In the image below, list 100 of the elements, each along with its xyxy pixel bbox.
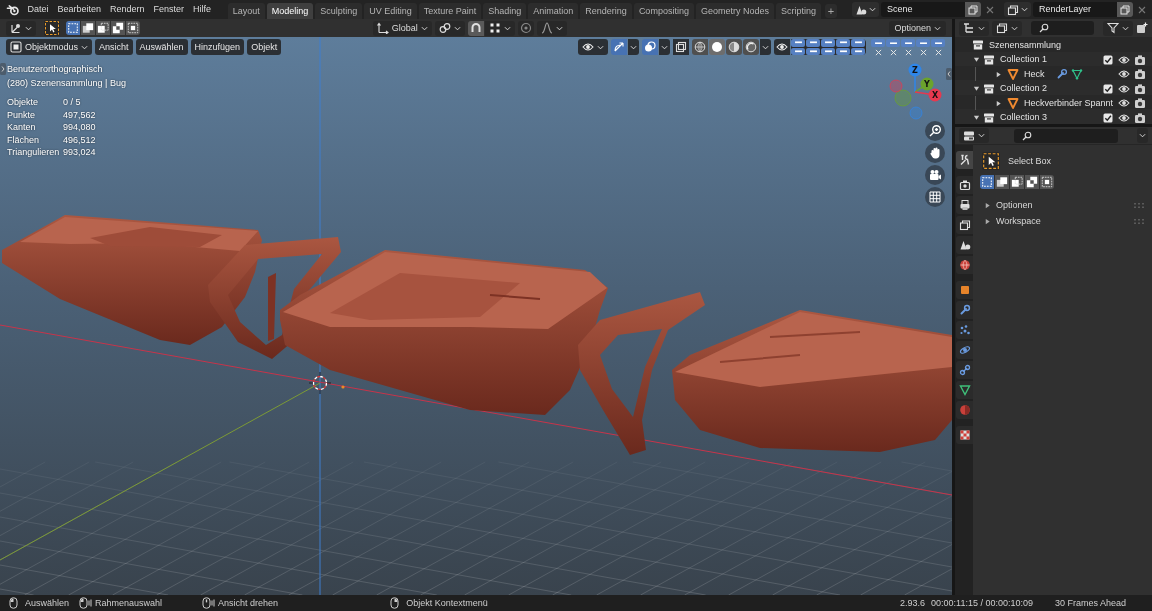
collection-toggle-button[interactable] <box>851 39 865 47</box>
workspace-tab[interactable]: Modeling <box>266 3 314 19</box>
select-mode-button[interactable] <box>126 21 140 35</box>
scene-name-field[interactable]: Scene <box>881 2 965 17</box>
new-scene-button[interactable] <box>965 2 981 17</box>
tree-item-label[interactable]: Heck <box>1024 68 1045 80</box>
properties-tab[interactable] <box>956 381 973 399</box>
properties-tab[interactable] <box>956 341 973 359</box>
cross-icon[interactable] <box>874 49 882 56</box>
dashed-box-cursor-icon[interactable] <box>44 20 60 36</box>
z-axis-handle[interactable]: Z <box>908 63 922 93</box>
view-layer-name-field[interactable]: RenderLayer <box>1033 2 1117 17</box>
workspace-tab[interactable]: Rendering <box>580 3 632 19</box>
cross-icon[interactable] <box>934 49 942 56</box>
menu-item[interactable]: Fenster <box>149 1 189 18</box>
view-menu-item[interactable]: Hinzufügen <box>190 39 245 55</box>
menu-item[interactable]: Hilfe <box>188 1 216 18</box>
z-negative-axis-handle[interactable] <box>909 106 923 120</box>
scene-selector-button[interactable] <box>852 2 879 17</box>
snap-toggle-button[interactable] <box>467 20 484 36</box>
menu-item[interactable]: Rendern <box>105 1 150 18</box>
object-visibility-dropdown[interactable] <box>578 39 608 55</box>
toggle-options-dropdown[interactable] <box>659 39 670 55</box>
add-workspace-button[interactable]: + <box>824 4 837 18</box>
camera-icon[interactable] <box>1134 82 1146 95</box>
toggle-options-dropdown[interactable] <box>628 39 639 55</box>
checkbox[interactable] <box>1103 54 1113 65</box>
properties-tab[interactable] <box>956 151 973 169</box>
select-mode-button[interactable] <box>1040 175 1054 189</box>
panel-header[interactable]: Optionen <box>982 197 1146 213</box>
expand-arrow-icon[interactable] <box>973 56 980 64</box>
camera-icon[interactable] <box>1134 111 1146 124</box>
cross-icon[interactable] <box>889 49 897 56</box>
tree-item-label[interactable]: Collection 3 <box>1000 112 1048 124</box>
y-negative-axis-handle[interactable] <box>894 89 912 107</box>
expand-arrow-icon[interactable] <box>995 70 1002 78</box>
collection-toggle-button[interactable] <box>806 47 820 55</box>
workspace-tab[interactable]: Shading <box>483 3 527 19</box>
display-mode-button[interactable] <box>992 20 1022 36</box>
eye-icon[interactable] <box>1118 53 1130 66</box>
filter-button[interactable] <box>1103 20 1133 36</box>
workspace-tab[interactable]: Layout <box>227 3 265 19</box>
view-menu-item[interactable]: Objekt <box>247 39 282 55</box>
x-negative-axis-handle[interactable] <box>889 79 903 93</box>
panel-header[interactable]: Workspace <box>982 213 1146 229</box>
viewport-toggle-button[interactable] <box>642 39 658 55</box>
viewport-toggle-button[interactable] <box>673 39 689 55</box>
workspace-tab[interactable]: Geometry Nodes <box>695 3 774 19</box>
collection-toggle-button[interactable] <box>791 47 805 55</box>
cross-icon[interactable] <box>904 49 912 56</box>
snap-target-dropdown[interactable] <box>484 20 515 36</box>
view-layer-selector-button[interactable] <box>1004 2 1031 17</box>
eye-icon[interactable] <box>1118 82 1130 95</box>
tree-item-label[interactable]: Szenensammlung <box>989 39 1062 51</box>
mesh-triangle-icon[interactable] <box>1070 68 1083 81</box>
editor-type-button[interactable] <box>959 128 989 143</box>
camera-icon[interactable] <box>1134 53 1146 66</box>
collection-toggle-button[interactable] <box>836 39 850 47</box>
shading-options-dropdown[interactable] <box>760 39 771 55</box>
box-plus-icon[interactable] <box>1136 22 1148 34</box>
wrench-icon[interactable] <box>1055 68 1068 81</box>
pivot-point-dropdown[interactable] <box>434 20 465 36</box>
viewport-toggle-button[interactable] <box>611 39 627 55</box>
properties-tab[interactable] <box>956 301 973 319</box>
collection-toggle-button[interactable] <box>821 47 835 55</box>
select-mode-button[interactable] <box>995 175 1009 189</box>
shading-mode-button[interactable] <box>692 39 708 55</box>
toolbar-toggle-icon[interactable] <box>0 63 6 75</box>
dashed-box-cursor-icon[interactable] <box>982 152 1000 170</box>
properties-tab[interactable] <box>956 361 973 379</box>
select-mode-button[interactable] <box>81 21 95 35</box>
camera-icon[interactable] <box>1134 68 1146 81</box>
zoom-icon[interactable] <box>925 121 945 141</box>
properties-tab[interactable] <box>956 256 973 274</box>
workspace-tab[interactable]: Scripting <box>775 3 821 19</box>
collection-toggle-button[interactable] <box>836 47 850 55</box>
visibility-button[interactable] <box>774 39 790 55</box>
select-mode-button[interactable] <box>66 21 80 35</box>
expand-arrow-icon[interactable] <box>973 85 980 93</box>
workspace-tab[interactable]: UV Editing <box>364 3 417 19</box>
workspace-tab[interactable]: Animation <box>528 3 579 19</box>
select-mode-button[interactable] <box>1010 175 1024 189</box>
select-mode-button[interactable] <box>980 175 994 189</box>
properties-tab[interactable] <box>956 216 973 234</box>
falloff-dropdown[interactable] <box>536 20 567 36</box>
editor-type-button[interactable] <box>6 20 36 36</box>
shading-mode-button[interactable] <box>709 39 725 55</box>
view-menu-item[interactable]: Auswählen <box>135 39 188 55</box>
shading-mode-button[interactable] <box>743 39 759 55</box>
properties-tab[interactable] <box>956 196 973 214</box>
movie-camera-icon[interactable] <box>925 165 945 185</box>
select-mode-button[interactable] <box>96 21 110 35</box>
workspace-tab[interactable]: Texture Paint <box>418 3 482 19</box>
collection-toggle-button[interactable] <box>851 47 865 55</box>
sidebar-toggle-icon[interactable] <box>946 68 952 80</box>
select-mode-button[interactable] <box>1025 175 1039 189</box>
properties-tab[interactable] <box>956 236 973 254</box>
tree-item-label[interactable]: Collection 2 <box>1000 83 1048 95</box>
collection-toggle-button[interactable] <box>886 39 900 47</box>
tree-item-label[interactable]: Heckverbinder Spannt <box>1024 97 1114 109</box>
